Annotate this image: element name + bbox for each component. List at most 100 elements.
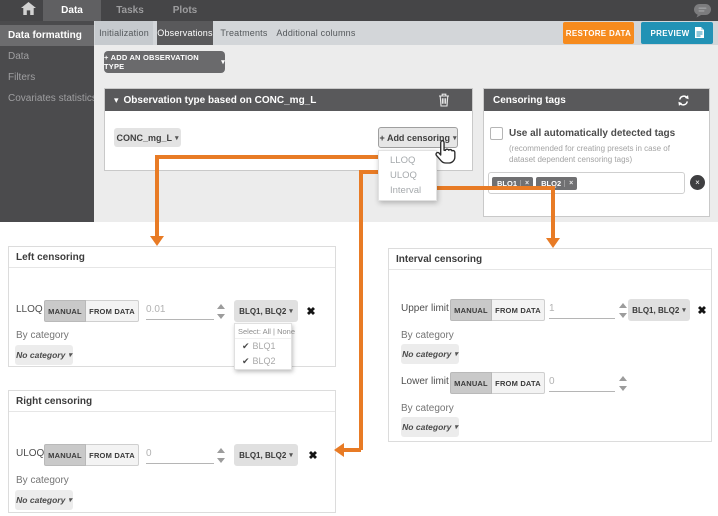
tab-observations[interactable]: Observations xyxy=(157,21,213,45)
refresh-icon xyxy=(677,94,690,107)
feedback-button[interactable] xyxy=(693,3,713,19)
upper-limit-label: Upper limit xyxy=(401,298,449,320)
use-detected-tags-label: Use all automatically detected tags xyxy=(509,128,675,139)
stepper-down-icon[interactable] xyxy=(619,313,627,318)
remove-tag-icon[interactable]: × xyxy=(564,180,577,187)
check-icon: ✔ xyxy=(242,341,250,351)
sidebar-item-covariates-statistics[interactable]: Covariates statistics xyxy=(0,88,94,109)
select-separator: | xyxy=(273,327,275,336)
manual-button[interactable]: MANUAL xyxy=(450,299,492,321)
top-tab-plots[interactable]: Plots xyxy=(159,0,211,21)
lloq-source-toggle: MANUAL FROM DATA xyxy=(44,300,139,322)
top-tab-tasks[interactable]: Tasks xyxy=(101,0,159,21)
lloq-value-stepper[interactable] xyxy=(217,304,226,319)
clear-all-tags-button[interactable]: × xyxy=(690,175,705,190)
censoring-tags-note: (recommended for creating presets in cas… xyxy=(509,144,695,165)
caret-down-icon: ▾ xyxy=(289,307,293,315)
category-dropdown[interactable]: No category ▾ xyxy=(401,417,459,437)
sidebar: Data formatting Data Filters Covariates … xyxy=(0,21,94,222)
uloq-arrow-line xyxy=(343,448,361,452)
remove-lloq-button[interactable]: ✖ xyxy=(303,301,319,321)
category-dropdown[interactable]: No category ▾ xyxy=(15,345,73,365)
by-category-label: By category xyxy=(16,475,69,486)
lloq-tags-label: BLQ1, BLQ2 xyxy=(239,307,286,316)
stepper-down-icon[interactable] xyxy=(619,386,627,391)
stepper-down-icon[interactable] xyxy=(217,458,225,463)
uloq-value-input[interactable]: 0 xyxy=(146,444,214,464)
uloq-source-toggle: MANUAL FROM DATA xyxy=(44,444,139,466)
censoring-tags-input[interactable]: BLQ1 × BLQ2 × xyxy=(488,172,685,194)
tag-option-blq1[interactable]: ✔BLQ1 xyxy=(235,339,291,354)
top-tab-data[interactable]: Data xyxy=(43,0,101,21)
top-navigation-bar: Data Tasks Plots xyxy=(0,0,718,21)
add-observation-type-button[interactable]: + ADD AN OBSERVATION TYPE ▾ xyxy=(104,51,225,73)
lloq-value-input[interactable]: 0.01 xyxy=(146,300,214,320)
sidebar-item-data[interactable]: Data xyxy=(0,46,94,67)
select-all-link[interactable]: All xyxy=(263,327,271,336)
upper-limit-value-input[interactable]: 1 xyxy=(549,299,615,319)
uloq-tags-dropdown[interactable]: BLQ1, BLQ2 ▾ xyxy=(234,444,298,466)
interval-arrow-line xyxy=(551,186,555,238)
sidebar-item-filters[interactable]: Filters xyxy=(0,67,94,88)
observation-column-dropdown[interactable]: CONC_mg_L ▾ xyxy=(114,128,181,147)
select-all-none-row: Select: All | None xyxy=(235,324,291,339)
category-dropdown[interactable]: No category ▾ xyxy=(401,344,459,364)
from-data-button[interactable]: FROM DATA xyxy=(492,299,545,321)
category-label: No category xyxy=(16,495,65,505)
manual-button[interactable]: MANUAL xyxy=(44,300,86,322)
tag-option-blq2[interactable]: ✔BLQ2 xyxy=(235,354,291,369)
from-data-button[interactable]: FROM DATA xyxy=(86,300,139,322)
caret-down-icon: ▾ xyxy=(289,451,293,459)
uloq-label: ULOQ xyxy=(16,443,44,465)
remove-uloq-button[interactable]: ✖ xyxy=(305,445,321,465)
stepper-down-icon[interactable] xyxy=(217,314,225,319)
stepper-up-icon[interactable] xyxy=(217,448,225,453)
home-icon xyxy=(21,2,36,20)
restore-data-button[interactable]: RESTORE DATA xyxy=(563,22,634,44)
caret-down-icon: ▾ xyxy=(454,423,458,431)
interval-arrowhead xyxy=(546,238,560,248)
lower-limit-stepper[interactable] xyxy=(619,376,628,391)
upper-limit-source-toggle: MANUAL FROM DATA xyxy=(450,299,545,321)
select-none-link[interactable]: None xyxy=(277,327,295,336)
menu-item-uloq[interactable]: ULOQ xyxy=(379,168,436,183)
stepper-up-icon[interactable] xyxy=(217,304,225,309)
collapse-caret-icon[interactable]: ▾ xyxy=(114,95,119,106)
menu-item-lloq[interactable]: LLOQ xyxy=(379,153,436,168)
stepper-up-icon[interactable] xyxy=(619,303,627,308)
upper-limit-tags-label: BLQ1, BLQ2 xyxy=(632,306,679,315)
tab-initialization[interactable]: Initialization xyxy=(95,21,153,45)
lower-limit-label: Lower limit xyxy=(401,371,449,393)
tab-additional-columns[interactable]: Additional columns xyxy=(273,21,359,45)
observation-type-panel-header[interactable]: ▾ Observation type based on CONC_mg_L xyxy=(105,89,472,111)
upper-limit-tags-dropdown[interactable]: BLQ1, BLQ2 ▾ xyxy=(628,299,690,321)
from-data-button[interactable]: FROM DATA xyxy=(492,372,545,394)
manual-button[interactable]: MANUAL xyxy=(450,372,492,394)
uloq-value-stepper[interactable] xyxy=(217,448,226,463)
right-censoring-title: Right censoring xyxy=(9,391,335,412)
preview-button[interactable]: PREVIEW xyxy=(641,22,713,44)
from-data-button[interactable]: FROM DATA xyxy=(86,444,139,466)
remove-interval-button[interactable]: ✖ xyxy=(694,300,710,320)
category-dropdown[interactable]: No category ▾ xyxy=(15,490,73,510)
sidebar-item-data-formatting[interactable]: Data formatting xyxy=(0,25,94,46)
use-detected-tags-checkbox[interactable] xyxy=(490,127,503,140)
uloq-arrowhead xyxy=(334,443,344,457)
uloq-tags-label: BLQ1, BLQ2 xyxy=(239,451,286,460)
caret-down-icon: ▾ xyxy=(682,306,686,314)
menu-item-interval[interactable]: Interval xyxy=(379,183,436,198)
censoring-tags-header: Censoring tags xyxy=(484,89,709,111)
stepper-up-icon[interactable] xyxy=(619,376,627,381)
select-label: Select: xyxy=(238,327,261,336)
interval-censoring-title: Interval censoring xyxy=(389,249,711,270)
delete-observation-type-button[interactable] xyxy=(438,93,450,107)
home-button[interactable] xyxy=(12,0,44,21)
document-icon xyxy=(695,27,704,40)
caret-down-icon: ▾ xyxy=(68,351,72,359)
lower-limit-value-input[interactable]: 0 xyxy=(549,372,615,392)
lloq-tags-dropdown[interactable]: BLQ1, BLQ2 ▾ xyxy=(234,300,298,322)
manual-button[interactable]: MANUAL xyxy=(44,444,86,466)
refresh-tags-button[interactable] xyxy=(677,94,690,107)
upper-limit-stepper[interactable] xyxy=(619,303,628,318)
tab-treatments[interactable]: Treatments xyxy=(217,21,271,45)
